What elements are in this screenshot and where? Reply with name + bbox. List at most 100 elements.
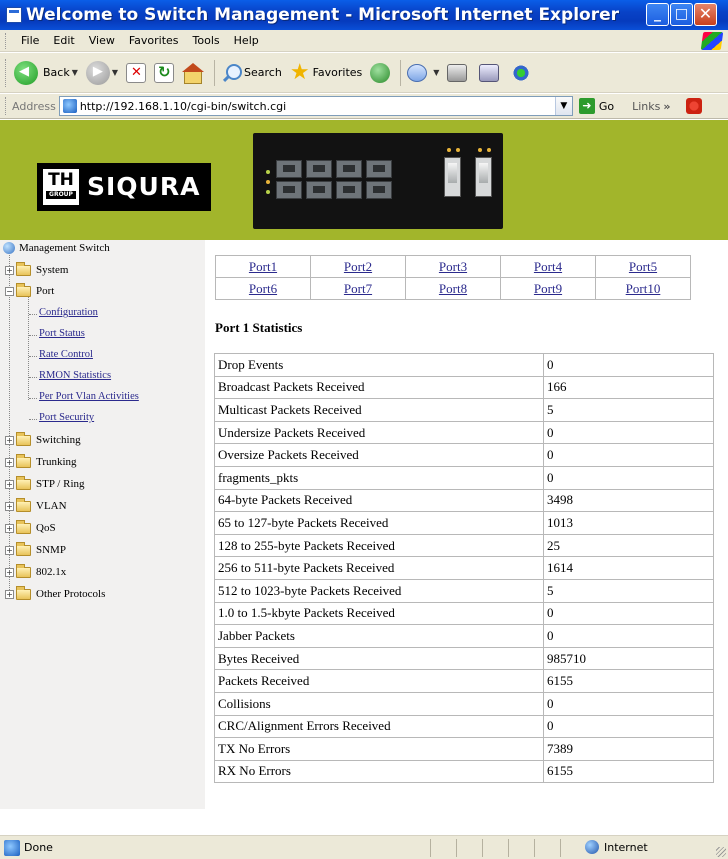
port-link-6[interactable]: Port6 <box>249 281 277 296</box>
address-dropdown-icon[interactable]: ▼ <box>554 97 572 115</box>
menu-help[interactable]: Help <box>227 34 266 47</box>
port-link-10[interactable]: Port10 <box>626 281 661 296</box>
status-text: Done <box>24 841 53 854</box>
port-link-9[interactable]: Port9 <box>534 281 562 296</box>
history-button[interactable] <box>370 62 391 83</box>
stat-value: 0 <box>543 714 714 739</box>
messenger-button[interactable] <box>511 63 535 82</box>
window-title-bar[interactable]: Welcome to Switch Management - Microsoft… <box>0 0 728 30</box>
port-link-4[interactable]: Port4 <box>534 259 562 274</box>
fiber-led <box>478 148 482 152</box>
search-icon <box>221 63 243 83</box>
tree-root[interactable]: Management Switch <box>3 242 110 254</box>
tree-link-port-security[interactable]: Port Security <box>39 412 94 423</box>
expand-icon[interactable]: + <box>5 589 14 599</box>
home-button[interactable] <box>182 62 205 84</box>
expand-icon[interactable]: + <box>5 457 14 467</box>
forward-button[interactable]: ▼ <box>85 60 118 85</box>
go-button[interactable]: ➜ Go <box>578 98 614 114</box>
expand-icon[interactable]: + <box>5 265 14 275</box>
tree-item-port[interactable]: − Port <box>5 282 54 297</box>
menu-favorites[interactable]: Favorites <box>122 34 186 47</box>
mail-dropdown-icon[interactable]: ▼ <box>433 68 439 77</box>
port-link-7[interactable]: Port7 <box>344 281 372 296</box>
tree-link-port-status[interactable]: Port Status <box>39 328 85 339</box>
tree-item-other-protocols[interactable]: + Other Protocols <box>5 585 105 600</box>
ie-page-icon <box>6 7 22 23</box>
mail-button[interactable]: ▼ <box>407 63 439 82</box>
tree-item-switching[interactable]: + Switching <box>5 431 81 446</box>
expand-icon[interactable]: + <box>5 567 14 577</box>
tree-link-per-port-vlan[interactable]: Per Port Vlan Activities <box>39 391 139 402</box>
port-link-5[interactable]: Port5 <box>629 259 657 274</box>
menu-file[interactable]: File <box>14 34 46 47</box>
th-group-logo: TH GROUP <box>43 169 79 205</box>
back-dropdown-icon[interactable]: ▼ <box>72 68 78 77</box>
tree-item-vlan[interactable]: + VLAN <box>5 497 67 512</box>
port-link-2[interactable]: Port2 <box>344 259 372 274</box>
expand-icon[interactable]: + <box>5 479 14 489</box>
search-button[interactable]: Search <box>221 63 282 83</box>
refresh-button[interactable] <box>154 62 175 83</box>
menu-edit[interactable]: Edit <box>46 34 81 47</box>
stat-value: 0 <box>543 420 714 445</box>
close-button[interactable]: ✕ <box>694 3 717 26</box>
tree-item-8021x[interactable]: + 802.1x <box>5 563 66 578</box>
folder-icon <box>16 541 31 556</box>
tree-item-system[interactable]: + System <box>5 261 68 276</box>
status-divider <box>482 839 483 857</box>
address-url[interactable]: http://192.168.1.10/cgi-bin/switch.cgi <box>80 100 286 113</box>
extension-icon[interactable] <box>686 98 703 114</box>
stat-value: 6155 <box>543 669 714 693</box>
tree-connector <box>29 377 37 378</box>
expand-icon[interactable]: + <box>5 545 14 555</box>
stat-label: Packets Received <box>214 669 544 693</box>
search-label: Search <box>244 66 282 79</box>
tree-link-rate-control[interactable]: Rate Control <box>39 349 93 360</box>
tree-root-label: Management Switch <box>19 242 110 254</box>
tree-link-configuration[interactable]: Configuration <box>39 307 98 318</box>
links-button[interactable]: Links» <box>632 100 670 113</box>
back-button[interactable]: Back ▼ <box>14 60 78 85</box>
stat-value: 0 <box>543 691 714 716</box>
port-link-1[interactable]: Port1 <box>249 259 277 274</box>
stop-button[interactable] <box>126 62 147 83</box>
menu-view[interactable]: View <box>82 34 122 47</box>
resize-grip-icon[interactable] <box>716 847 726 857</box>
maximize-button[interactable]: □ <box>670 3 693 26</box>
stat-label: Oversize Packets Received <box>214 443 544 467</box>
windows-logo-icon <box>700 32 724 50</box>
address-grip <box>5 97 8 115</box>
status-led <box>266 190 270 194</box>
tree-connector <box>29 335 37 336</box>
expand-icon[interactable]: + <box>5 501 14 511</box>
stat-value: 0 <box>543 601 714 626</box>
tree-guide-line <box>28 296 29 400</box>
expand-icon[interactable]: + <box>5 435 14 445</box>
print-button[interactable] <box>447 63 471 82</box>
stat-value: 5 <box>543 398 714 422</box>
tree-item-qos[interactable]: + QoS <box>5 519 56 534</box>
port-link-8[interactable]: Port8 <box>439 281 467 296</box>
favorites-button[interactable]: ★ Favorites <box>290 61 362 83</box>
menu-bar: File Edit View Favorites Tools Help <box>0 30 728 52</box>
expand-icon[interactable]: + <box>5 523 14 533</box>
port-link-3[interactable]: Port3 <box>439 259 467 274</box>
stat-label: Multicast Packets Received <box>214 398 544 422</box>
collapse-icon[interactable]: − <box>5 286 14 296</box>
stat-row: TX No Errors 7389 <box>214 737 714 761</box>
tree-connector <box>29 419 37 420</box>
minimize-button[interactable]: _ <box>646 3 669 26</box>
page-title: Port 1 Statistics <box>215 320 303 335</box>
address-input[interactable]: http://192.168.1.10/cgi-bin/switch.cgi ▼ <box>58 96 573 116</box>
tree-item-stp-ring[interactable]: + STP / Ring <box>5 475 85 490</box>
tree-item-trunking[interactable]: + Trunking <box>5 453 77 468</box>
siqura-wordmark: SIQURA <box>87 172 201 201</box>
stat-value: 0 <box>543 443 714 467</box>
stat-label: RX No Errors <box>214 759 544 784</box>
tree-item-snmp[interactable]: + SNMP <box>5 541 66 556</box>
forward-dropdown-icon[interactable]: ▼ <box>112 68 118 77</box>
menu-tools[interactable]: Tools <box>186 34 227 47</box>
tree-link-rmon-statistics[interactable]: RMON Statistics <box>39 370 111 381</box>
edit-button[interactable] <box>479 63 503 82</box>
